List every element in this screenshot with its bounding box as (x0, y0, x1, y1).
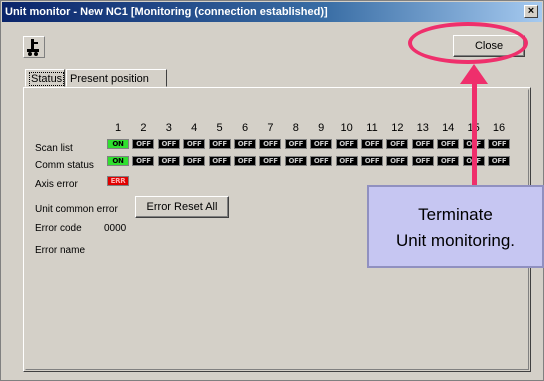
scan-list-label: Scan list (35, 143, 73, 154)
arrow-shaft (472, 82, 477, 188)
callout-line-1: Terminate (418, 205, 493, 224)
highlight-ellipse (408, 22, 528, 64)
status-led: OFF (335, 139, 358, 149)
status-led: OFF (132, 156, 155, 166)
tab-status-label: Status (29, 72, 65, 86)
status-led: OFF (259, 156, 282, 166)
axis-number: 1 (114, 122, 122, 134)
axis-number: 12 (391, 122, 404, 134)
status-led: OFF (411, 156, 434, 166)
status-led: ON (107, 156, 129, 166)
status-led: OFF (234, 156, 256, 166)
status-led: OFF (386, 156, 409, 166)
status-led: OFF (259, 139, 282, 149)
tab-present-position[interactable]: Present position (66, 69, 167, 87)
axis-number: 7 (267, 122, 274, 134)
axis-number: 14 (442, 122, 455, 134)
status-led: OFF (284, 156, 307, 166)
axis-number: 10 (340, 122, 353, 134)
tab-status[interactable]: Status (25, 69, 65, 87)
status-led: ERR (107, 176, 129, 186)
comm-status-label: Comm status (35, 160, 94, 171)
status-led: OFF (310, 156, 333, 166)
axis-number: 8 (292, 122, 299, 134)
title-bar: Unit monitor - New NC1 [Monitoring (conn… (2, 2, 542, 22)
status-led: OFF (183, 156, 206, 166)
status-led: OFF (132, 139, 155, 149)
arrow-up-icon (460, 64, 488, 84)
error-name-label: Error name (35, 245, 86, 256)
axis-number: 13 (416, 122, 429, 134)
status-led: OFF (488, 156, 510, 166)
error-reset-all-button[interactable]: Error Reset All (135, 196, 229, 218)
window-title: Unit monitor - New NC1 [Monitoring (conn… (5, 6, 328, 18)
axis-number: 5 (216, 122, 223, 134)
status-led: OFF (310, 139, 333, 149)
status-led: OFF (335, 156, 358, 166)
close-window-icon[interactable]: × (524, 5, 538, 18)
status-led: OFF (157, 156, 180, 166)
error-code-value: 0000 (104, 223, 127, 234)
status-led: OFF (437, 139, 460, 149)
status-led: OFF (361, 156, 383, 166)
axis-error-label: Axis error (35, 179, 78, 190)
status-led: OFF (208, 156, 231, 166)
status-led: OFF (183, 139, 206, 149)
unit-monitor-icon (23, 36, 45, 58)
error-code-label: Error code (35, 223, 82, 234)
callout-box: Terminate Unit monitoring. (367, 185, 544, 268)
status-led: OFF (488, 139, 510, 149)
axis-number: 4 (191, 122, 198, 134)
status-led: OFF (361, 139, 383, 149)
axis-number: 3 (165, 122, 172, 134)
status-led: OFF (208, 139, 231, 149)
axis-number: 11 (366, 122, 378, 134)
status-led: OFF (386, 139, 409, 149)
status-led: OFF (157, 139, 180, 149)
status-led: ON (107, 139, 129, 149)
status-led: OFF (411, 139, 434, 149)
axis-number: 6 (241, 122, 249, 134)
status-led: OFF (234, 139, 256, 149)
status-led: OFF (284, 139, 307, 149)
axis-number: 2 (140, 122, 147, 134)
callout-line-2: Unit monitoring. (395, 231, 516, 250)
axis-number: 16 (492, 122, 506, 134)
axis-number: 9 (318, 122, 325, 134)
status-led: OFF (437, 156, 460, 166)
unit-common-error-label: Unit common error (35, 204, 118, 215)
